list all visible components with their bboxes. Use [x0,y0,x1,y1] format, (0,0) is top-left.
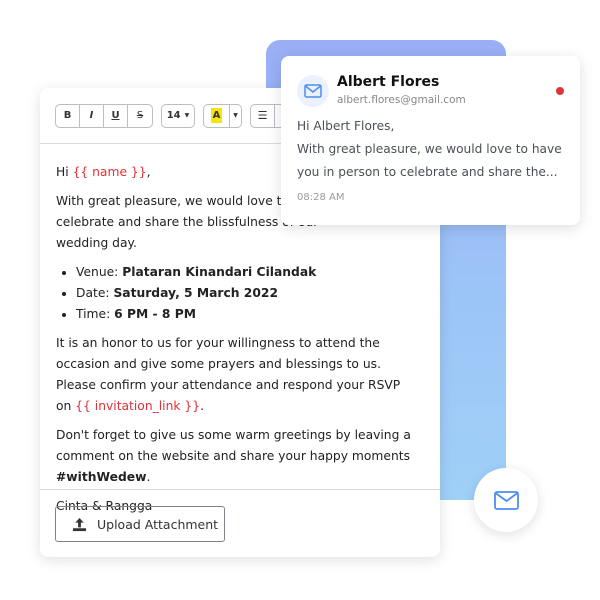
font-size-value: 14 [166,110,181,121]
paragraph-greetings: Don't forget to give us some warm greeti… [56,428,411,484]
strikethrough-button[interactable]: S [128,105,152,127]
list-item: Time: 6 PM - 8 PM [76,304,424,325]
upload-attachment-button[interactable]: Upload Attachment [55,506,225,542]
upload-icon [72,517,87,531]
message-preview: Hi Albert Flores, With great pleasure, we… [297,119,562,179]
underline-button[interactable]: U [104,104,128,127]
bold-button[interactable]: B [56,104,80,127]
bullet-list-icon[interactable]: ☰ [251,104,275,127]
paragraph-rsvp: It is an honor to us for your willingnes… [56,336,401,413]
mail-icon [493,490,519,510]
highlight-button[interactable]: A [204,104,230,127]
invitation-link-variable: {{ invitation_link }} [75,399,201,413]
name-variable: {{ name }} [72,165,147,179]
list-item: Venue: Plataran Kinandari Cilandak [76,262,424,283]
timestamp: 08:28 AM [297,192,345,203]
list-item: Date: Saturday, 5 March 2022 [76,283,424,304]
sender-name: Albert Flores [337,74,440,90]
italic-button[interactable]: I [80,104,104,127]
event-details-list: Venue: Plataran Kinandari Cilandak Date:… [76,262,424,325]
unread-indicator [556,87,564,95]
chevron-down-icon: ▼ [184,112,190,119]
sender-email: albert.flores@gmail.com [337,94,466,106]
editor-footer: Upload Attachment [40,489,440,542]
highlight-group: A ▼ [203,103,242,128]
mail-icon [304,84,322,98]
font-size-select[interactable]: 14 ▼ [161,103,195,128]
mail-button[interactable] [474,468,538,532]
upload-label: Upload Attachment [97,516,219,532]
avatar [297,75,329,107]
format-group: B I U S [55,103,153,128]
highlight-dropdown[interactable]: ▼ [230,105,241,127]
email-notification-card[interactable]: Albert Flores albert.flores@gmail.com Hi… [281,56,580,225]
highlight-icon: A [210,108,223,123]
